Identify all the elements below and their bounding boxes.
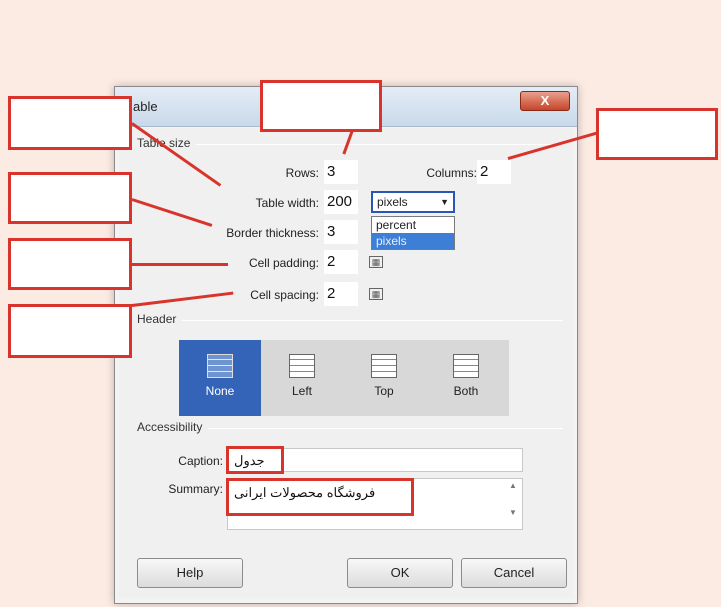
annotation-box-spacing — [8, 304, 132, 358]
border-thickness-field[interactable]: 3 — [324, 220, 358, 244]
header-option-none[interactable]: None — [179, 340, 261, 416]
rows-field[interactable]: 3 — [324, 160, 358, 184]
table-size-divider — [139, 144, 563, 145]
annotation-box-border — [8, 172, 132, 224]
rows-label: Rows: — [285, 166, 319, 180]
annotation-box-width — [8, 96, 132, 150]
table-width-field[interactable]: 200 — [324, 190, 358, 214]
header-divider — [139, 320, 563, 321]
header-option-top[interactable]: Top — [343, 340, 425, 416]
columns-label: Columns: — [426, 166, 477, 180]
summary-scrollbar[interactable]: ▲ ▼ — [506, 481, 520, 527]
table-both-icon — [453, 354, 479, 378]
connector-line — [132, 263, 228, 266]
caption-label: Caption: — [178, 454, 223, 468]
annotation-box-columns — [596, 108, 718, 160]
header-option-both[interactable]: Both — [425, 340, 507, 416]
table-top-icon — [371, 354, 397, 378]
annotation-box-padding — [8, 238, 132, 290]
unit-option-pixels[interactable]: pixels — [372, 233, 454, 249]
columns-field[interactable]: 2 — [477, 160, 511, 184]
header-option-label: Both — [453, 384, 479, 398]
help-button[interactable]: Help — [137, 558, 243, 588]
summary-highlight — [226, 478, 414, 516]
table-left-icon — [289, 354, 315, 378]
annotation-box-rows — [260, 80, 382, 132]
header-options: None Left Top Both — [179, 340, 509, 416]
header-option-label: None — [205, 384, 235, 398]
cell-padding-icon: ▦ — [369, 256, 383, 268]
unit-option-percent[interactable]: percent — [372, 217, 454, 233]
dialog-title: able — [133, 99, 158, 114]
dialog-body: Table size Rows: 3 Columns: 2 Table widt… — [119, 128, 573, 598]
width-unit-value: pixels — [377, 195, 408, 209]
cell-padding-field[interactable]: 2 — [324, 250, 358, 274]
table-none-icon — [207, 354, 233, 378]
accessibility-label: Accessibility — [137, 420, 209, 434]
summary-label: Summary: — [168, 482, 223, 496]
cancel-button[interactable]: Cancel — [461, 558, 567, 588]
cell-spacing-field[interactable]: 2 — [324, 282, 358, 306]
border-thickness-label: Border thickness: — [226, 226, 319, 240]
table-dialog: able X Table size Rows: 3 Columns: 2 Tab… — [114, 86, 578, 604]
header-group-label: Header — [137, 312, 183, 326]
close-button[interactable]: X — [520, 91, 570, 111]
caption-highlight — [226, 446, 284, 474]
cell-spacing-icon: ▦ — [369, 288, 383, 300]
table-width-label: Table width: — [255, 196, 319, 210]
width-unit-dropdown: percent pixels — [371, 216, 455, 250]
width-unit-select[interactable]: pixels ▼ — [371, 191, 455, 213]
header-option-label: Left — [291, 384, 312, 398]
ok-button[interactable]: OK — [347, 558, 453, 588]
header-option-label: Top — [374, 384, 394, 398]
chevron-down-icon: ▼ — [440, 197, 449, 207]
header-option-left[interactable]: Left — [261, 340, 343, 416]
